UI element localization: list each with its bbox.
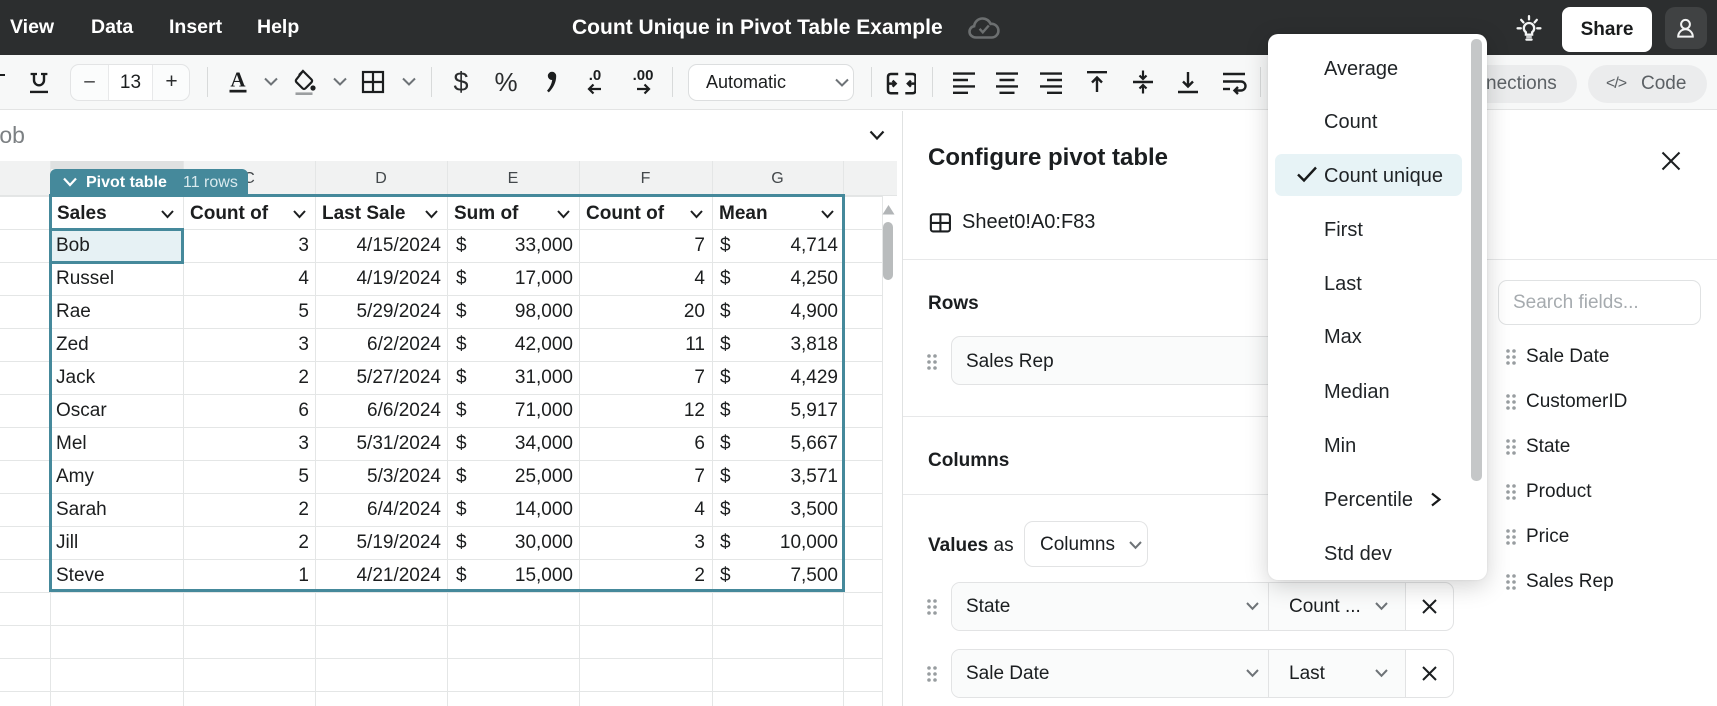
svg-text:.00: .00: [633, 67, 654, 84]
svg-text:.0: .0: [589, 67, 602, 84]
svg-text:A: A: [230, 68, 246, 92]
